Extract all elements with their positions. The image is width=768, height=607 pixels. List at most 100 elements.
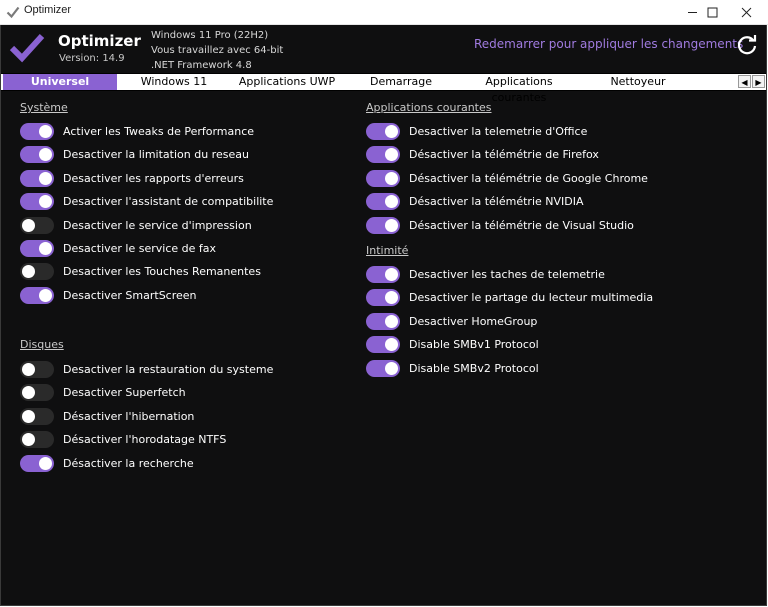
toggle-knob: [39, 241, 52, 255]
option-label: Desactiver SmartScreen: [63, 288, 197, 302]
option-toggle[interactable]: [20, 407, 54, 425]
option-toggle[interactable]: [366, 265, 400, 283]
toggle-knob: [385, 267, 398, 281]
option-toggle[interactable]: [20, 239, 54, 257]
tab-demarrage[interactable]: Demarrage: [345, 74, 457, 90]
toggle-knob: [385, 314, 398, 328]
logo-check-icon: [9, 33, 45, 63]
option-toggle[interactable]: [366, 312, 400, 330]
tab-applications-uwp[interactable]: Applications UWP: [231, 74, 343, 90]
option-toggle[interactable]: [20, 216, 54, 234]
toggle-knob: [385, 218, 398, 232]
option-label: Desactiver les rapports d'erreurs: [63, 171, 244, 185]
option-label: Désactiver la recherche: [63, 456, 194, 470]
option-toggle[interactable]: [366, 122, 400, 140]
option-toggle[interactable]: [366, 359, 400, 377]
option-label: Desactiver le service de fax: [63, 241, 217, 255]
tab-windows-11[interactable]: Windows 11: [119, 74, 229, 90]
option-row: Desactiver la restauration du systeme: [20, 360, 273, 378]
toggle-knob: [385, 337, 398, 351]
option-toggle[interactable]: [20, 430, 54, 448]
option-toggle[interactable]: [366, 335, 400, 353]
option-toggle[interactable]: [366, 216, 400, 234]
restart-link[interactable]: Redemarrer pour appliquer les changement…: [474, 37, 743, 51]
option-toggle[interactable]: [20, 169, 54, 187]
option-row: Désactiver la télémétrie de Firefox: [366, 145, 599, 163]
toggle-knob: [22, 218, 35, 232]
toggle-knob: [39, 288, 52, 302]
option-label: Desactiver le partage du lecteur multime…: [409, 290, 654, 304]
option-label: Desactiver l'assistant de compatibilite: [63, 194, 274, 208]
window-title-bar: Optimizer: [0, 0, 768, 25]
restart-icon[interactable]: [736, 34, 758, 56]
option-row: Desactiver les rapports d'erreurs: [20, 169, 244, 187]
option-toggle[interactable]: [366, 169, 400, 187]
option-label: Désactiver la télémétrie de Firefox: [409, 147, 599, 161]
option-toggle[interactable]: [20, 145, 54, 163]
option-row: Desactiver le service de fax: [20, 239, 216, 257]
option-row: Désactiver l'horodatage NTFS: [20, 430, 226, 448]
toggle-knob: [385, 194, 398, 208]
option-row: Désactiver la télémétrie de Visual Studi…: [366, 216, 634, 234]
toggle-knob: [385, 171, 398, 185]
option-row: Desactiver SmartScreen: [20, 286, 197, 304]
option-toggle[interactable]: [20, 454, 54, 472]
option-row: Disable SMBv2 Protocol: [366, 359, 539, 377]
option-label: Desactiver les Touches Remanentes: [63, 264, 261, 278]
option-toggle[interactable]: [20, 360, 54, 378]
arch-info: Vous travaillez avec 64-bit: [151, 45, 284, 56]
option-label: Desactiver Superfetch: [63, 385, 186, 399]
option-toggle[interactable]: [20, 262, 54, 280]
app-header: Optimizer Version: 14.9 Windows 11 Pro (…: [1, 25, 766, 73]
option-toggle[interactable]: [20, 383, 54, 401]
option-label: Desactiver la telemetrie d'Office: [409, 124, 588, 138]
tab-applications-courantes[interactable]: Applications courantes: [459, 74, 579, 104]
toggle-knob: [39, 147, 52, 161]
option-toggle[interactable]: [366, 145, 400, 163]
maximize-icon: [707, 7, 717, 17]
section-title-disques: Disques: [20, 338, 64, 351]
option-row: Desactiver les taches de telemetrie: [366, 265, 605, 283]
option-toggle[interactable]: [366, 288, 400, 306]
option-row: Desactiver l'assistant de compatibilite: [20, 192, 273, 210]
tab-scroll-right-button[interactable]: ▶: [752, 75, 765, 88]
toggle-knob: [385, 124, 398, 138]
toggle-knob: [39, 124, 52, 138]
option-label: Disable SMBv1 Protocol: [409, 337, 539, 351]
option-row: Désactiver la recherche: [20, 454, 194, 472]
close-button[interactable]: [724, 0, 768, 24]
option-row: Desactiver le service d'impression: [20, 216, 252, 234]
option-label: Desactiver HomeGroup: [409, 314, 538, 328]
toggle-knob: [22, 362, 35, 376]
tab-nettoyeur[interactable]: Nettoyeur: [581, 74, 695, 90]
option-toggle[interactable]: [20, 286, 54, 304]
toggle-knob: [22, 385, 35, 399]
option-label: Désactiver la télémétrie de Google Chrom…: [409, 171, 648, 185]
os-info: Windows 11 Pro (22H2): [151, 30, 269, 41]
option-row: Désactiver la télémétrie de Google Chrom…: [366, 169, 648, 187]
option-row: Desactiver la telemetrie d'Office: [366, 122, 587, 140]
tab-scroll-left-button[interactable]: ◀: [738, 75, 751, 88]
option-toggle[interactable]: [366, 192, 400, 210]
toggle-knob: [385, 147, 398, 161]
toggle-knob: [22, 432, 35, 446]
option-row: Désactiver la télémétrie NVIDIA: [366, 192, 584, 210]
option-row: Desactiver le partage du lecteur multime…: [366, 288, 653, 306]
option-toggle[interactable]: [20, 122, 54, 140]
option-label: Désactiver la télémétrie NVIDIA: [409, 194, 584, 208]
section-title-applications: Applications courantes: [366, 101, 492, 114]
tab-universel[interactable]: Universel: [3, 74, 117, 90]
option-row: Activer les Tweaks de Performance: [20, 122, 254, 140]
option-row: Disable SMBv1 Protocol: [366, 335, 539, 353]
system-info: Windows 11 Pro (22H2) Vous travaillez av…: [151, 28, 283, 73]
section-title-intimite: Intimité: [366, 244, 409, 257]
option-row: Désactiver l'hibernation: [20, 407, 194, 425]
toggle-knob: [39, 194, 52, 208]
section-title-systeme: Système: [20, 101, 68, 114]
tab-strip: Universel Windows 11 Applications UWP De…: [1, 73, 766, 104]
option-toggle[interactable]: [20, 192, 54, 210]
window-title: Optimizer: [24, 4, 72, 16]
option-label: Desactiver la restauration du systeme: [63, 362, 274, 376]
app-check-icon: [6, 6, 20, 19]
option-label: Desactiver le service d'impression: [63, 218, 252, 232]
